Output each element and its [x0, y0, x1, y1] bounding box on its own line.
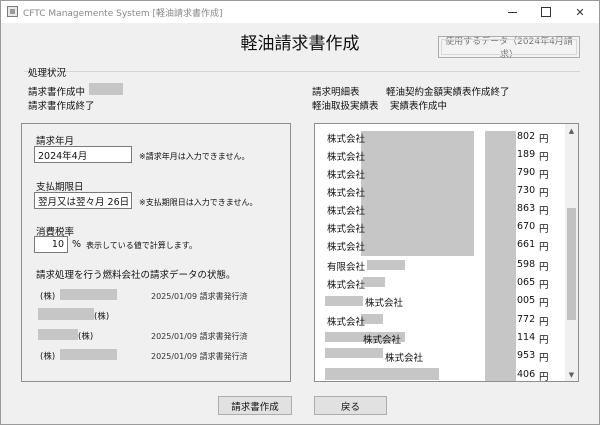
company-3-suffix: (株) [78, 332, 94, 342]
list-item-amount: 790 [517, 167, 536, 178]
billing-month-note: ※請求年月は入力できません。 [139, 152, 250, 161]
company-amount-list[interactable]: 株式会社 株式会社 株式会社 株式会社 株式会社 株式会社 株式会社 有限会社 … [314, 123, 579, 382]
redacted-block [38, 308, 94, 320]
app-window: CFTC Managemente System [軽油請求書作成] ✕ 軽油請求… [0, 0, 600, 425]
list-item-unit: 円 [539, 298, 549, 309]
tax-rate-note: 表示している値で計算します。 [86, 241, 197, 250]
list-item-amount: 065 [517, 277, 536, 288]
scroll-down-icon[interactable]: ▼ [565, 368, 578, 381]
redacted-block [363, 277, 385, 287]
list-item-unit: 円 [539, 224, 549, 235]
company-1-prefix: (株) [40, 292, 56, 302]
settings-panel: 請求年月 2024年4月 ※請求年月は入力できません。 支払期限日 翌月又は翌々… [21, 123, 291, 382]
billing-month-field: 2024年4月 [34, 146, 132, 163]
list-item-name: 株式会社 [327, 280, 366, 291]
list-item-name: 株式会社 [327, 188, 366, 199]
list-item-amount: 670 [517, 221, 536, 232]
list-item-unit: 円 [539, 242, 549, 253]
company-1-status: 2025/01/09 請求書発行済 [151, 292, 248, 301]
status-detail-sheet: 請求明細表 [312, 87, 360, 98]
list-item-name: 有限会社 [327, 262, 366, 273]
billing-month-label: 請求年月 [36, 136, 75, 147]
list-item-amount: 802 [517, 131, 536, 142]
redacted-block [325, 368, 439, 380]
list-scrollbar[interactable]: ▲ ▼ [565, 124, 578, 381]
redacted-block [361, 131, 474, 256]
list-item-unit: 円 [539, 152, 549, 163]
list-item-unit: 円 [539, 188, 549, 199]
scroll-up-icon[interactable]: ▲ [565, 124, 578, 137]
status-invoice-creating: 請求書作成中 [28, 87, 86, 98]
due-date-label: 支払期限日 [36, 182, 84, 193]
list-item-unit: 円 [539, 280, 549, 291]
list-item-unit: 円 [539, 134, 549, 145]
status-handling-report: 軽油取扱実績表 [312, 101, 379, 112]
maximize-icon[interactable] [529, 1, 563, 23]
status-invoice-done: 請求書作成終了 [28, 101, 95, 112]
list-item-amount: 730 [517, 185, 536, 196]
redacted-block [325, 296, 363, 306]
title-bar: CFTC Managemente System [軽油請求書作成] ✕ [1, 1, 599, 23]
list-item-amount: 189 [517, 149, 536, 160]
list-item-unit: 円 [539, 262, 549, 273]
list-item-amount: 114 [517, 332, 536, 343]
company-3-status: 2025/01/09 請求書発行済 [151, 332, 248, 341]
create-invoice-button[interactable]: 請求書作成 [218, 396, 292, 415]
list-item-amount: 772 [517, 314, 536, 325]
list-item-name: 株式会社 [327, 317, 366, 328]
companies-heading: 請求処理を行う燃料会社の請求データの状態。 [36, 270, 236, 281]
list-item-amount: 005 [517, 295, 536, 306]
due-date-note: ※支払期限日は入力できません。 [139, 198, 258, 207]
list-item-unit: 円 [539, 206, 549, 217]
list-item-amount: 953 [517, 350, 536, 361]
redacted-block [367, 260, 405, 270]
redacted-block [38, 329, 78, 340]
list-item-name: 株式会社 [327, 224, 366, 235]
list-item-name: 株式会社 [363, 335, 402, 346]
data-selection-button[interactable]: 使用するデータ（2024年4月請求） [438, 36, 580, 60]
redacted-block [325, 348, 383, 358]
close-icon[interactable]: ✕ [563, 1, 597, 23]
redacted-block [89, 83, 123, 95]
list-item-name: 株式会社 [327, 242, 366, 253]
status-legend: 処理状況 [28, 68, 67, 79]
list-item-unit: 円 [539, 170, 549, 181]
list-item-name: 株式会社 [327, 206, 366, 217]
minimize-icon[interactable] [495, 1, 529, 23]
company-4-prefix: (株) [40, 352, 56, 362]
list-item-name: 株式会社 [327, 170, 366, 181]
tax-rate-field[interactable]: 10 [34, 236, 68, 253]
company-2-suffix: (株) [94, 312, 110, 322]
company-4-status: 2025/01/09 請求書発行済 [151, 352, 248, 361]
list-item-amount: 406 [517, 369, 536, 380]
redacted-block [60, 349, 117, 360]
back-button[interactable]: 戻る [314, 396, 387, 415]
redacted-block [485, 131, 516, 381]
app-icon [7, 6, 18, 17]
list-item-amount: 598 [517, 259, 536, 270]
list-item-name: 株式会社 [327, 152, 366, 163]
scroll-thumb[interactable] [567, 208, 576, 320]
status-contract-report-done: 軽油契約金額実績表作成終了 [386, 87, 510, 98]
list-item-unit: 円 [539, 317, 549, 328]
due-date-field: 翌月又は翌々月 26日 [34, 192, 132, 209]
list-item-unit: 円 [539, 335, 549, 346]
status-report-creating: 実績表作成中 [390, 101, 448, 112]
list-item-name: 株式会社 [385, 353, 424, 364]
list-item-amount: 863 [517, 203, 536, 214]
list-item-name: 株式会社 [365, 298, 404, 309]
list-item-amount: 661 [517, 239, 536, 250]
tax-rate-unit: % [72, 239, 82, 250]
list-item-unit: 円 [539, 372, 549, 382]
window-title: CFTC Managemente System [軽油請求書作成] [23, 9, 223, 19]
list-item-unit: 円 [539, 353, 549, 364]
redacted-block [60, 289, 117, 300]
list-item-name: 株式会社 [327, 134, 366, 145]
